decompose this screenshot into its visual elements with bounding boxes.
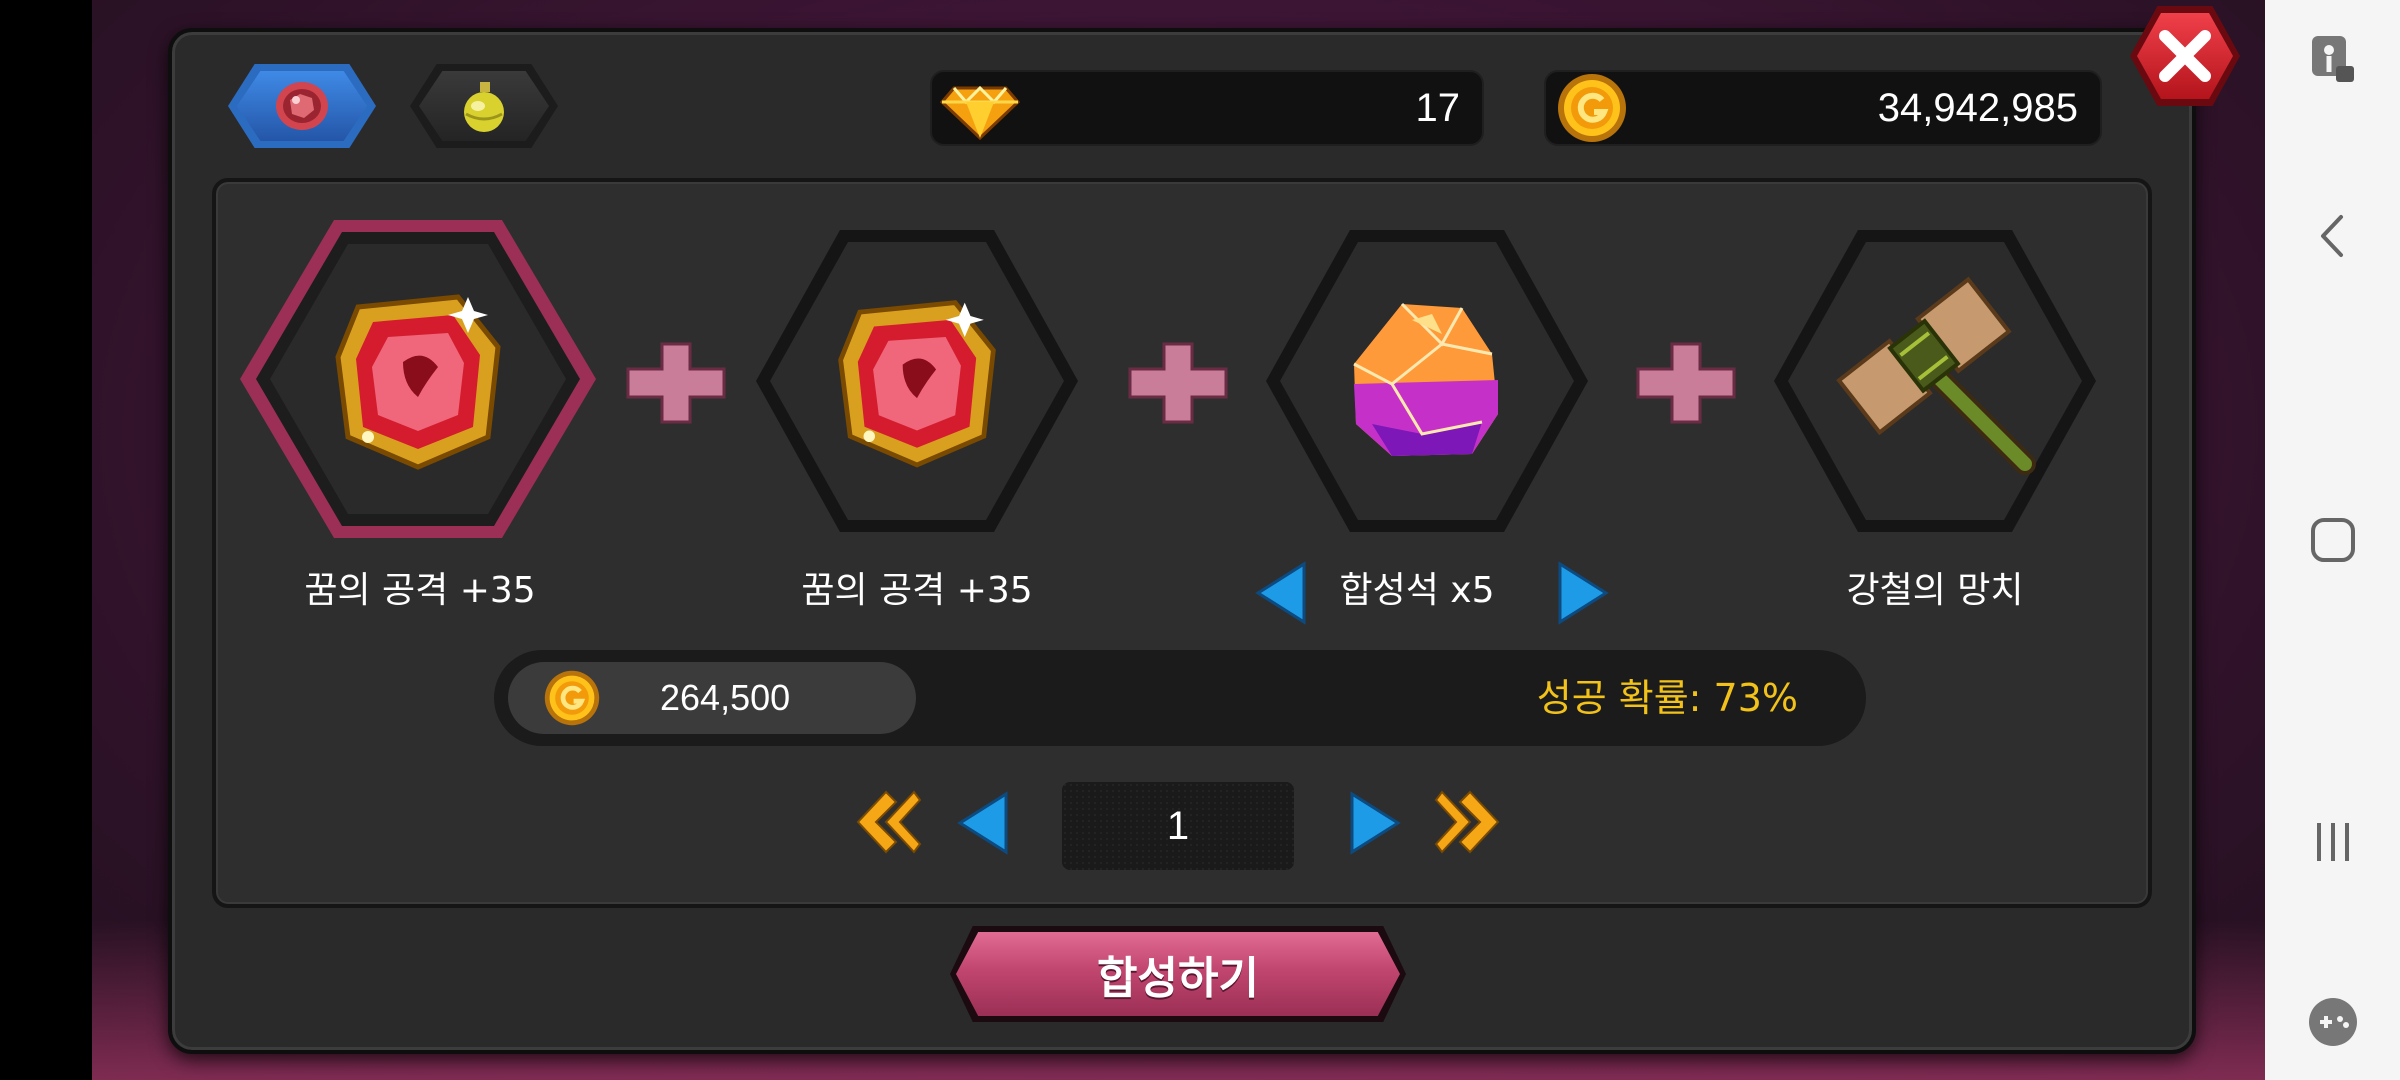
plus-icon xyxy=(1126,340,1230,426)
home-square-icon xyxy=(2310,518,2355,562)
first-page-icon[interactable] xyxy=(852,786,922,858)
gold-coin-icon xyxy=(1558,74,1626,142)
page-number: 1 xyxy=(1166,804,1190,848)
cost-bar: 264,500 성공 확률: 73% xyxy=(494,650,1866,746)
touch-lock-icon xyxy=(2311,36,2354,82)
back-chevron-icon xyxy=(2320,215,2343,257)
synthesis-stone-icon xyxy=(1353,302,1498,456)
gold-coin-icon xyxy=(544,670,600,726)
cost-amount: 264,500 xyxy=(660,677,791,718)
diamond-amount: 17 xyxy=(1415,86,1461,130)
home-button[interactable] xyxy=(2265,490,2400,590)
close-icon xyxy=(2159,30,2211,82)
recents-button[interactable] xyxy=(2265,792,2400,892)
tab-gem[interactable] xyxy=(228,64,376,148)
recipe-slot-1[interactable] xyxy=(234,214,602,544)
recipe-slot-2[interactable] xyxy=(752,226,1082,536)
steel-hammer-icon xyxy=(1836,276,2036,475)
slot-4-label: 강철의 망치 xyxy=(1846,570,2024,611)
touch-lock-button[interactable] xyxy=(2265,10,2400,110)
page-indicator: 1 xyxy=(1062,782,1294,870)
diamond-icon xyxy=(939,85,1021,141)
system-nav-bar xyxy=(2265,0,2400,1080)
gold-amount: 34,942,985 xyxy=(1877,86,2078,130)
last-page-icon[interactable] xyxy=(1434,786,1504,858)
merge-button-label: 합성하기 xyxy=(956,932,1400,1016)
back-button[interactable] xyxy=(2265,186,2400,286)
game-tools-button[interactable] xyxy=(2265,972,2400,1072)
plus-icon xyxy=(1634,340,1738,426)
gold-counter: 34,942,985 xyxy=(1544,70,2102,146)
next-page-icon[interactable] xyxy=(1348,790,1404,856)
red-ruby-gem-icon xyxy=(838,300,996,468)
success-rate: 성공 확률: 73% xyxy=(1536,676,1798,720)
slot-3-label: 합성석 x5 xyxy=(1339,570,1495,611)
plus-icon xyxy=(624,340,728,426)
game-controller-icon xyxy=(2308,998,2357,1046)
diamond-counter: 17 xyxy=(930,70,1484,146)
yellow-potion-icon xyxy=(464,82,504,132)
recents-icon xyxy=(2316,823,2349,861)
recipe-slot-3[interactable] xyxy=(1262,226,1592,536)
red-ruby-gem-icon xyxy=(335,294,501,470)
slot-2-label: 꿈의 공격 +35 xyxy=(801,570,1033,611)
prev-page-icon[interactable] xyxy=(954,790,1010,856)
next-stone-arrow-icon[interactable] xyxy=(1556,560,1612,626)
merge-button[interactable]: 합성하기 xyxy=(950,926,1406,1022)
recipe-slot-4[interactable] xyxy=(1770,226,2100,536)
cost-pill: 264,500 xyxy=(508,662,916,734)
prev-stone-arrow-icon[interactable] xyxy=(1252,560,1308,626)
red-gem-icon xyxy=(276,82,328,130)
slot-1-label: 꿈의 공격 +35 xyxy=(304,570,536,611)
tab-potion[interactable] xyxy=(410,64,558,148)
